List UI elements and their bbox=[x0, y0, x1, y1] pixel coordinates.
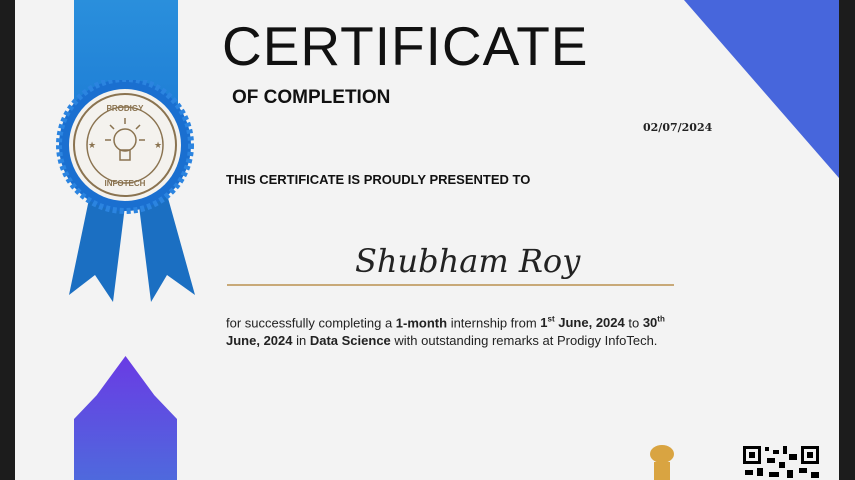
star-icon: ★ bbox=[88, 140, 96, 150]
badge-text-top: PRODIGY bbox=[107, 104, 145, 113]
badge-text-bottom: INFOTECH bbox=[105, 179, 146, 188]
star-icon: ★ bbox=[154, 140, 162, 150]
national-emblem-icon bbox=[650, 445, 674, 480]
decorative-bookmark bbox=[74, 356, 177, 480]
name-underline bbox=[227, 284, 674, 286]
qr-code bbox=[743, 446, 819, 478]
presented-to-label: THIS CERTIFICATE IS PROUDLY PRESENTED TO bbox=[226, 172, 531, 187]
certificate-body: for successfully completing a 1-month in… bbox=[226, 315, 665, 349]
certificate-subtitle: OF COMPLETION bbox=[232, 87, 391, 108]
certificate: PRODIGY INFOTECH ★ ★ CERTIFICATE OF COMP… bbox=[15, 0, 839, 480]
corner-triangle bbox=[684, 0, 839, 178]
issue-date: 02/07/2024 bbox=[643, 121, 713, 134]
certificate-title: CERTIFICATE bbox=[222, 15, 589, 77]
award-badge: PRODIGY INFOTECH ★ ★ bbox=[56, 80, 195, 302]
recipient-name: Shubham Roy bbox=[355, 242, 581, 280]
